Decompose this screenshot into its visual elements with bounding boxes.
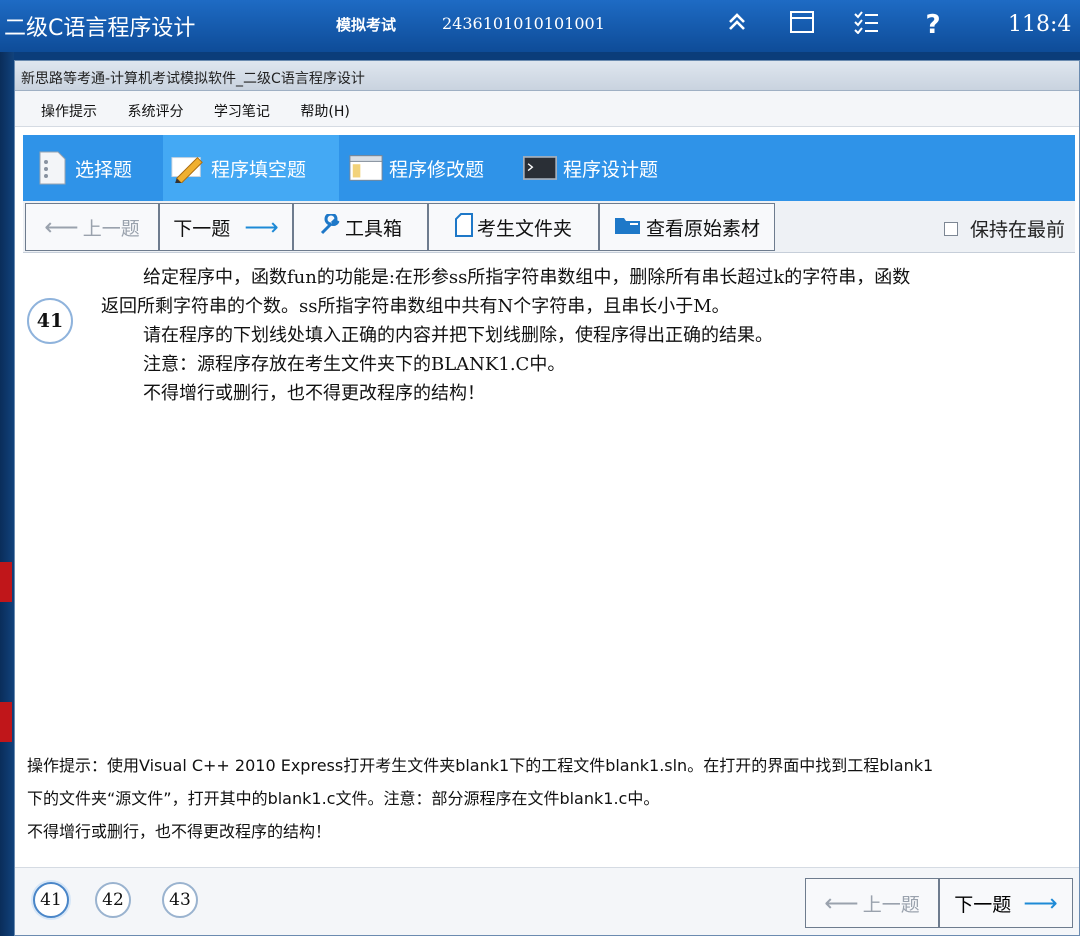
question-text: 给定程序中，函数fun的功能是:在形参ss所指字符串数组中，删除所有串长超过k的… (101, 263, 1061, 408)
question-number-43[interactable]: 43 (162, 882, 198, 918)
menu-help[interactable]: 帮助(H) (300, 104, 349, 120)
menu-bar: 操作提示 系统评分 学习笔记 帮助(H) (15, 91, 1079, 127)
tab-label: 程序修改题 (389, 158, 485, 181)
help-question-icon[interactable]: ? (918, 10, 948, 40)
question-line: 请在程序的下划线处填入正确的内容并把下划线删除，使程序得出正确的结果。 (143, 325, 773, 346)
window-edit-icon (349, 151, 383, 185)
tab-program-fix[interactable]: 程序修改题 (349, 135, 519, 201)
bottom-next-button[interactable]: 下一题 ⟶ (939, 878, 1073, 928)
left-arrow-icon: ⟵ (824, 889, 859, 917)
left-arrow-icon: ⟵ (44, 213, 79, 241)
question-line: 注意：源程序存放在考生文件夹下的BLANK1.C中。 (143, 354, 566, 375)
nav-toolbar: ⟵ 上一题 下一题 ⟶ 工具箱 考生文件夹 查看原始素材 保持在最前 (23, 201, 1075, 253)
hint-line: 下的文件夹“源文件”，打开其中的blank1.c文件。注意：部分源程序在文件bl… (27, 789, 660, 808)
app-title: 二级C语言程序设计 (4, 16, 196, 41)
app-window: 新思路等考通-计算机考试模拟软件_二级C语言程序设计 操作提示 系统评分 学习笔… (14, 60, 1080, 936)
desktop-left-strip (0, 52, 14, 936)
bottom-prev-button[interactable]: ⟵ 上一题 (805, 878, 939, 928)
right-arrow-icon: ⟶ (244, 213, 279, 241)
toolbox-button[interactable]: 工具箱 (293, 203, 428, 251)
current-question-number: 41 (27, 298, 73, 344)
operation-hint: 操作提示：使用Visual C++ 2010 Express打开考生文件夹bla… (27, 749, 1073, 848)
tab-multiple-choice[interactable]: 选择题 (35, 135, 163, 201)
hint-line: 不得增行或删行，也不得更改程序的结构！ (27, 822, 332, 841)
tab-label: 选择题 (75, 158, 133, 181)
right-arrow-icon: ⟶ (1023, 889, 1058, 917)
exam-number: 2436101010101001 (442, 14, 605, 33)
view-source-material-button[interactable]: 查看原始素材 (599, 203, 775, 251)
question-line: 返回所剩字符串的个数。ss所指字符串数组中共有N个字符串，且串长小于M。 (101, 296, 730, 317)
window-title: 新思路等考通-计算机考试模拟软件_二级C语言程序设计 (15, 61, 1079, 91)
question-type-bar: 选择题 程序填空题 程序修改题 程序设计题 (23, 135, 1075, 201)
menu-operation-hints[interactable]: 操作提示 (41, 104, 97, 120)
keep-on-top-checkbox[interactable] (943, 221, 958, 236)
tab-label: 程序设计题 (563, 158, 659, 181)
desktop-red-tab (0, 562, 12, 602)
console-icon (523, 151, 557, 185)
menu-study-notes[interactable]: 学习笔记 (214, 104, 270, 120)
question-number-41[interactable]: 41 (33, 882, 69, 918)
pencil-icon (171, 151, 205, 185)
exam-mode-label: 模拟考试 (336, 16, 397, 34)
tab-program-design[interactable]: 程序设计题 (523, 135, 693, 201)
list-doc-icon (35, 151, 69, 185)
next-question-button[interactable]: 下一题 ⟶ (159, 203, 293, 251)
student-folder-button[interactable]: 考生文件夹 (428, 203, 599, 251)
tab-label: 程序填空题 (211, 158, 307, 181)
question-line: 给定程序中，函数fun的功能是:在形参ss所指字符串数组中，删除所有串长超过k的… (143, 267, 911, 288)
keep-on-top-toggle[interactable]: 保持在最前 (943, 215, 1065, 242)
menu-system-score[interactable]: 系统评分 (127, 104, 183, 120)
question-number-42[interactable]: 42 (95, 882, 131, 918)
exam-top-bar: 二级C语言程序设计 模拟考试 2436101010101001 ? 118:4 (0, 0, 1080, 52)
prev-question-button[interactable]: ⟵ 上一题 (25, 203, 159, 251)
document-icon (454, 212, 473, 242)
checklist-icon[interactable] (851, 10, 881, 40)
wrench-icon (319, 212, 341, 241)
desktop-red-tab (0, 702, 12, 742)
window-icon[interactable] (787, 10, 817, 40)
hint-line: 操作提示：使用Visual C++ 2010 Express打开考生文件夹bla… (27, 756, 934, 775)
folder-open-icon (614, 214, 642, 241)
collapse-chevron-icon[interactable] (722, 10, 752, 40)
countdown-timer: 118:4 (1008, 12, 1072, 37)
tab-fill-in-program[interactable]: 程序填空题 (163, 135, 339, 201)
bottom-bar: 41 42 43 ⟵ 上一题 下一题 ⟶ (15, 867, 1079, 935)
question-line: 不得增行或删行，也不得更改程序的结构！ (143, 383, 485, 404)
